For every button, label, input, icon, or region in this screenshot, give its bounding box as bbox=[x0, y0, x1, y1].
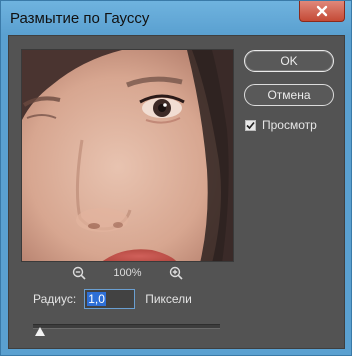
preview-image[interactable] bbox=[21, 49, 234, 262]
zoom-level: 100% bbox=[113, 267, 142, 279]
zoom-out-icon bbox=[73, 266, 86, 280]
cancel-button[interactable]: Отмена bbox=[244, 84, 334, 106]
dialog-body: 100% OK Отмена Просмотр Радиус: 1,0 Пикс… bbox=[8, 35, 345, 349]
ok-button[interactable]: OK bbox=[244, 50, 334, 72]
radius-row: Радиус: 1,0 Пиксели bbox=[33, 288, 192, 310]
radius-slider-thumb[interactable] bbox=[35, 327, 46, 336]
radius-unit-label: Пиксели bbox=[145, 292, 192, 306]
preview-label: Просмотр bbox=[262, 118, 317, 132]
radius-label: Радиус: bbox=[33, 292, 77, 306]
close-icon bbox=[316, 5, 328, 17]
preview-toggle[interactable]: Просмотр bbox=[245, 118, 317, 132]
face-photo bbox=[22, 50, 233, 261]
zoom-out-button[interactable] bbox=[71, 265, 87, 281]
zoom-controls: 100% bbox=[21, 264, 234, 282]
preview-checkbox[interactable] bbox=[245, 119, 256, 131]
close-button[interactable] bbox=[299, 1, 345, 22]
radius-value: 1,0 bbox=[87, 292, 106, 306]
checkmark-icon bbox=[246, 121, 255, 129]
zoom-in-icon bbox=[169, 266, 183, 280]
radius-slider-track[interactable] bbox=[33, 324, 220, 329]
radius-input[interactable]: 1,0 bbox=[84, 289, 136, 309]
gaussian-blur-dialog: Размытие по Гауссу 100% OK Отмена Просмо… bbox=[0, 0, 352, 356]
zoom-in-button[interactable] bbox=[168, 265, 184, 281]
dialog-title: Размытие по Гауссу bbox=[10, 10, 150, 27]
title-bar[interactable]: Размытие по Гауссу bbox=[1, 1, 351, 35]
